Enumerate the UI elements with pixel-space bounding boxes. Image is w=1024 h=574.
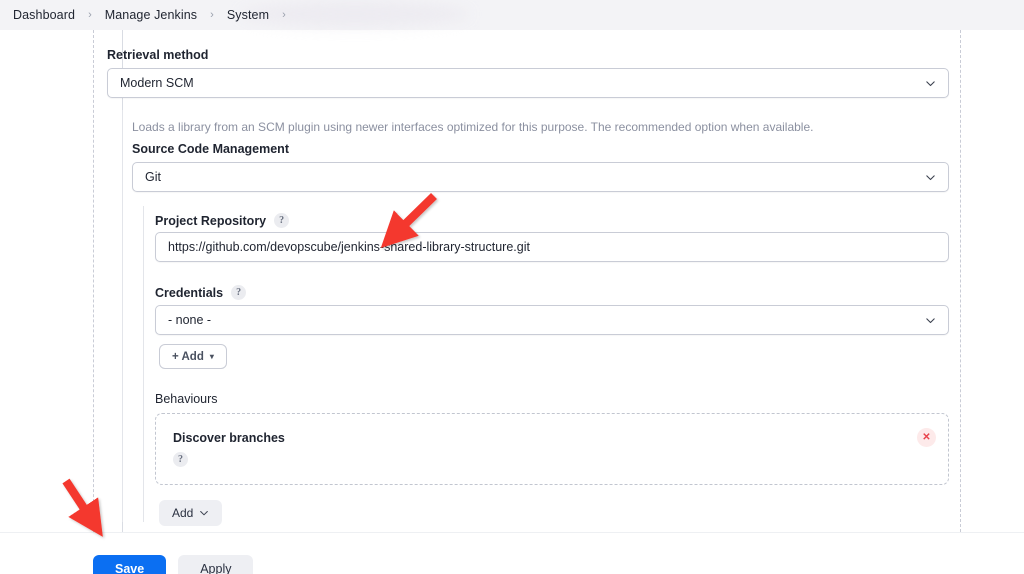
add-credentials-label: + Add <box>172 351 204 363</box>
save-button-label: Save <box>115 562 144 574</box>
help-icon[interactable]: ? <box>274 213 289 228</box>
caret-down-icon: ▾ <box>210 352 214 361</box>
project-repository-label: Project Repository ? <box>155 213 289 228</box>
delete-behaviour-button[interactable]: ✕ <box>917 428 936 447</box>
jenkins-system-configuration-page: Dashboard › Manage Jenkins › System › Re… <box>0 0 1024 574</box>
retrieval-method-select[interactable]: Modern SCM <box>107 68 949 98</box>
source-code-management-value: Git <box>145 170 161 184</box>
project-repository-value: https://github.com/devopscube/jenkins-sh… <box>168 240 530 254</box>
help-icon[interactable]: ? <box>173 452 188 467</box>
source-code-management-label: Source Code Management <box>132 142 289 156</box>
breadcrumb-separator-icon: › <box>272 9 296 21</box>
chevron-down-icon <box>925 315 936 326</box>
apply-button[interactable]: Apply <box>178 555 253 574</box>
help-icon[interactable]: ? <box>231 285 246 300</box>
retrieval-method-value: Modern SCM <box>120 76 194 90</box>
page-body: Retrieval method Modern SCM Loads a libr… <box>0 30 1024 574</box>
source-code-management-select[interactable]: Git <box>132 162 949 192</box>
breadcrumb-separator-icon: › <box>78 9 102 21</box>
apply-button-label: Apply <box>200 562 231 574</box>
credentials-label: Credentials ? <box>155 285 246 300</box>
behaviour-item-discover-branches: Discover branches ? ✕ <box>155 413 949 485</box>
modern-scm-indent-rule <box>122 110 123 522</box>
breadcrumb-separator-icon: › <box>200 9 224 21</box>
git-scm-indent-rule <box>143 206 144 522</box>
form-action-bar: Save Apply <box>0 532 1024 574</box>
retrieval-method-help-text: Loads a library from an SCM plugin using… <box>132 118 932 136</box>
save-button[interactable]: Save <box>93 555 166 574</box>
close-icon: ✕ <box>922 433 930 443</box>
behaviour-title: Discover branches <box>173 431 285 445</box>
add-credentials-button[interactable]: + Add ▾ <box>159 344 227 369</box>
retrieval-method-label: Retrieval method <box>107 48 208 62</box>
breadcrumb: Dashboard › Manage Jenkins › System › <box>0 0 1024 30</box>
add-behaviour-button[interactable]: Add <box>159 500 222 526</box>
chevron-down-icon <box>199 508 209 518</box>
credentials-value: - none - <box>168 313 211 327</box>
chevron-down-icon <box>925 78 936 89</box>
breadcrumb-item-system[interactable]: System <box>224 8 272 22</box>
configuration-form: Retrieval method Modern SCM Loads a libr… <box>0 30 1024 532</box>
add-behaviour-label: Add <box>172 506 193 520</box>
credentials-select[interactable]: - none - <box>155 305 949 335</box>
project-repository-input[interactable]: https://github.com/devopscube/jenkins-sh… <box>155 232 949 262</box>
chevron-down-icon <box>925 172 936 183</box>
breadcrumb-item-dashboard[interactable]: Dashboard <box>10 8 78 22</box>
behaviours-label: Behaviours <box>155 392 218 406</box>
breadcrumb-item-manage-jenkins[interactable]: Manage Jenkins <box>102 8 200 22</box>
